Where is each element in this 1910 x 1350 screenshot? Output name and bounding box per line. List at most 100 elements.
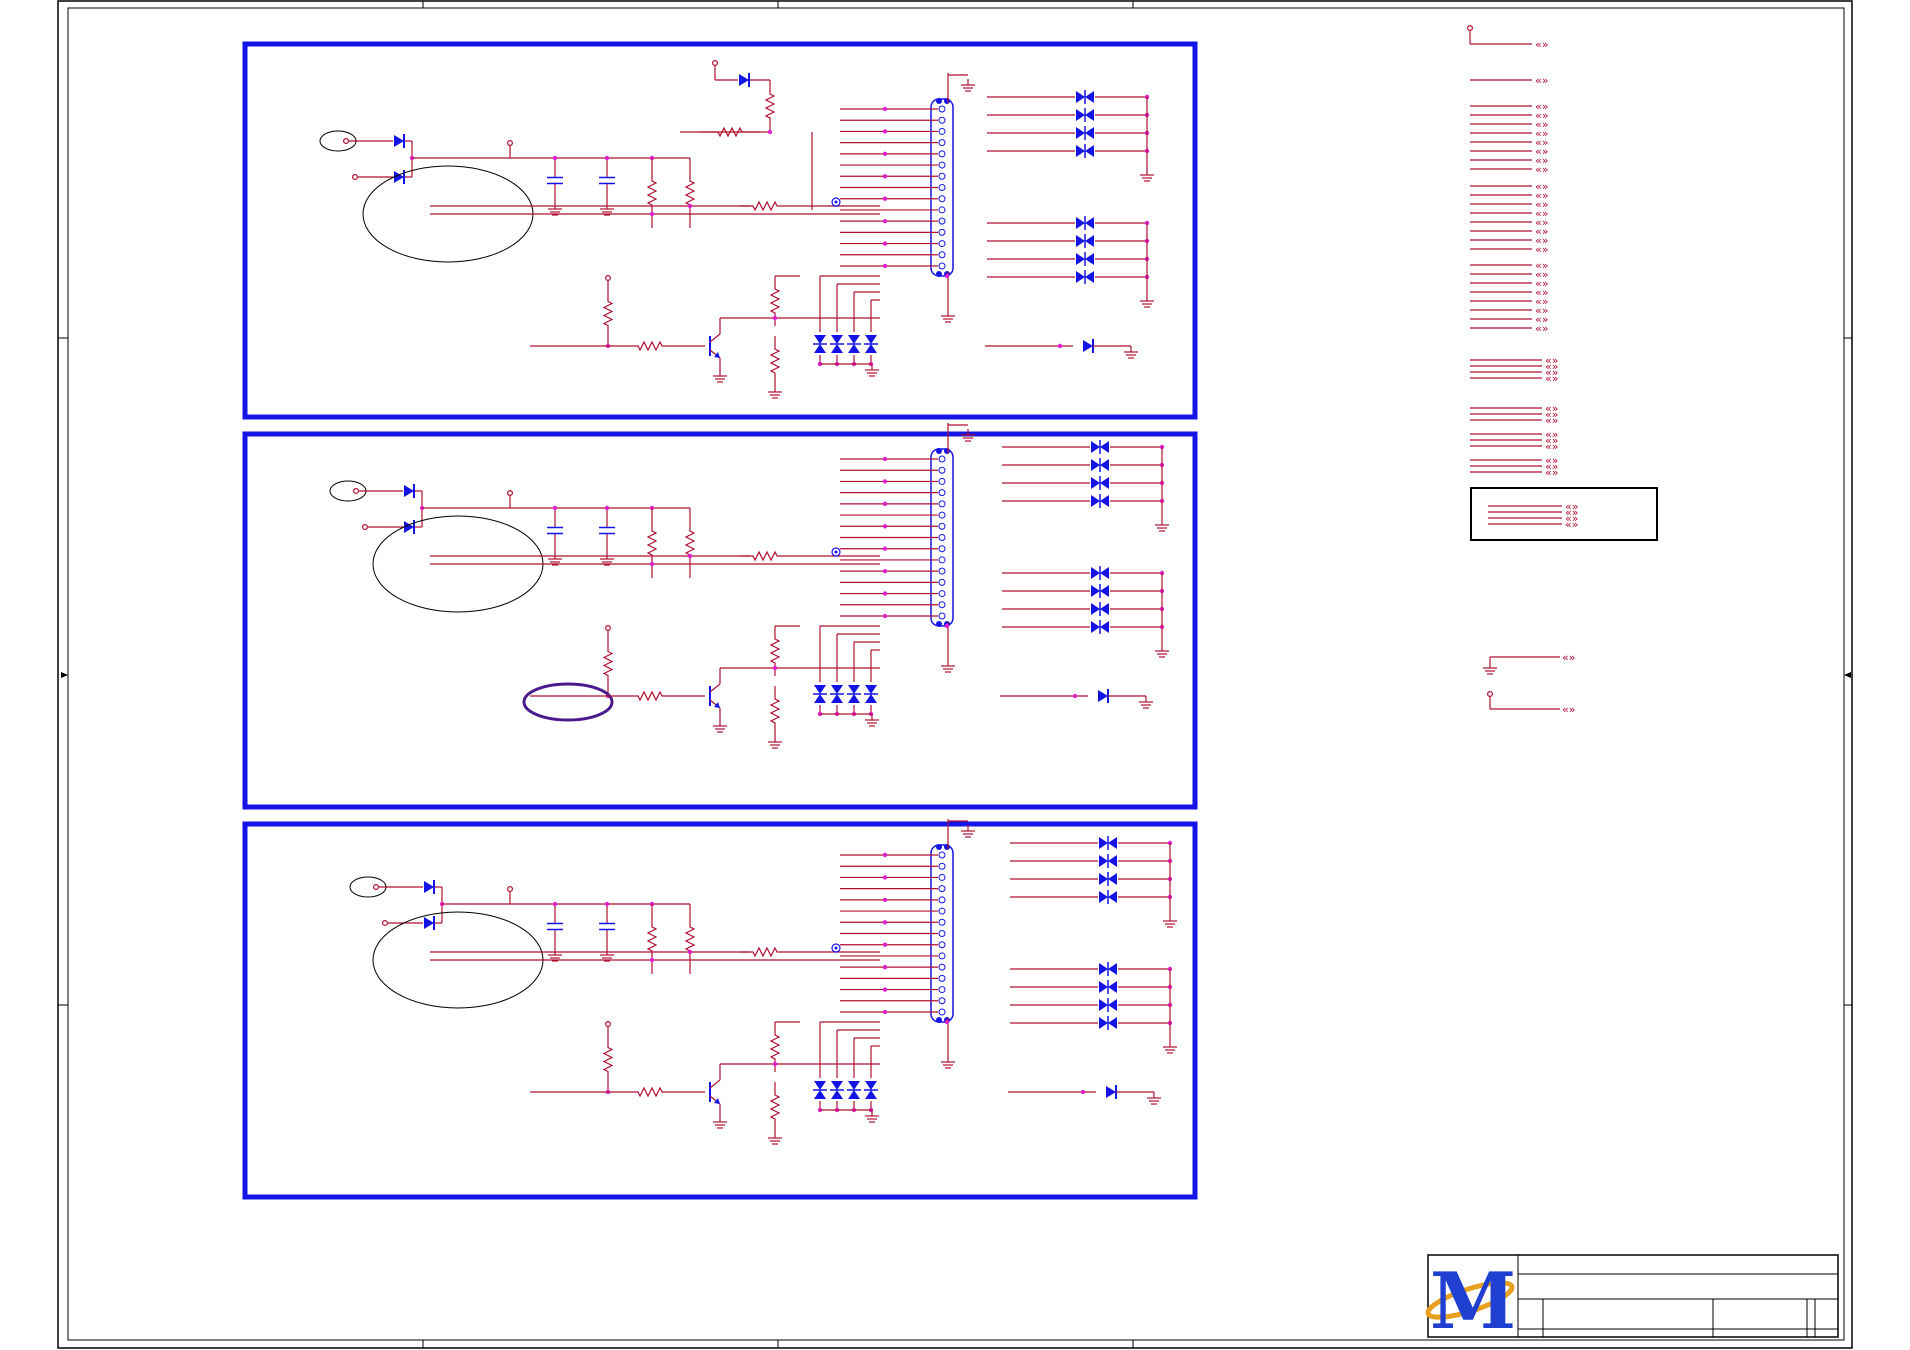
connector-pin bbox=[938, 567, 946, 575]
offpage-connector: «» bbox=[1535, 243, 1548, 256]
connector-pin bbox=[938, 1008, 946, 1016]
tvs-diode bbox=[830, 685, 844, 703]
resistor bbox=[646, 904, 658, 974]
ground-symbol bbox=[961, 79, 975, 92]
junction-dot bbox=[882, 897, 888, 903]
wire bbox=[709, 1079, 721, 1089]
ground-symbol bbox=[600, 203, 614, 216]
ground-symbol bbox=[768, 386, 782, 399]
junction-dot bbox=[882, 987, 888, 992]
tvs-diode bbox=[813, 685, 827, 703]
ground-symbol bbox=[548, 553, 562, 566]
tvs-diode bbox=[1099, 962, 1117, 976]
diode bbox=[424, 916, 435, 930]
transistor bbox=[709, 1079, 721, 1105]
resistor bbox=[684, 904, 696, 974]
ground-symbol bbox=[865, 1110, 879, 1123]
pin bbox=[1466, 25, 1473, 32]
tvs-diode bbox=[1076, 90, 1094, 104]
resistor bbox=[635, 340, 665, 352]
connector-mount bbox=[944, 448, 950, 454]
connector-pin bbox=[938, 534, 946, 541]
junction-dot bbox=[882, 1009, 888, 1015]
connector-pin bbox=[938, 986, 946, 994]
resistor bbox=[700, 126, 760, 138]
connector-mount bbox=[936, 1017, 942, 1023]
connector-mount bbox=[936, 98, 942, 104]
ground-symbol bbox=[713, 1116, 727, 1129]
tvs-diode bbox=[1091, 458, 1109, 472]
pin bbox=[362, 523, 369, 530]
connector-pin bbox=[938, 941, 946, 949]
junction-dot bbox=[649, 561, 655, 567]
pin bbox=[352, 174, 359, 181]
junction-dot bbox=[882, 479, 888, 484]
resistor bbox=[635, 690, 665, 702]
transistor bbox=[709, 333, 721, 359]
ground-symbol bbox=[1163, 1041, 1177, 1054]
pin bbox=[507, 885, 514, 892]
junction-dot bbox=[882, 501, 888, 507]
diode bbox=[394, 134, 405, 148]
resistor bbox=[764, 80, 776, 132]
connector-pin bbox=[938, 997, 946, 1005]
ground-symbol bbox=[865, 364, 879, 377]
connector-pin bbox=[938, 489, 946, 497]
wire bbox=[709, 333, 721, 343]
diode bbox=[1098, 689, 1109, 703]
tvs-diode bbox=[1076, 216, 1094, 230]
pin bbox=[1486, 690, 1493, 697]
ground-symbol bbox=[1147, 1092, 1161, 1105]
capacitor bbox=[547, 158, 563, 203]
tvs-diode bbox=[1099, 872, 1117, 886]
junction-dot bbox=[882, 151, 888, 157]
capacitor bbox=[599, 904, 615, 949]
pin bbox=[373, 883, 380, 890]
connector-mount bbox=[936, 448, 942, 454]
ground-symbol bbox=[1139, 696, 1153, 709]
tvs-diode bbox=[1099, 854, 1117, 868]
tvs-diode bbox=[1091, 620, 1109, 634]
junction-dot bbox=[882, 241, 888, 246]
capacitor bbox=[547, 508, 563, 553]
connector-pin bbox=[938, 612, 946, 620]
junction-dot bbox=[944, 1019, 950, 1025]
schematic-sheet: «» «» «» «» «» «» «» «» «» «» «» «» «» «» «» «» «» «» «» «»… bbox=[0, 0, 1910, 1350]
connector-pin bbox=[938, 862, 946, 870]
resistor bbox=[646, 508, 658, 578]
junction-dot bbox=[882, 546, 888, 551]
tvs-diode bbox=[1076, 126, 1094, 140]
resistor bbox=[684, 508, 696, 578]
tvs-diode bbox=[847, 1081, 861, 1099]
pin bbox=[343, 138, 350, 145]
offpage-connector: «» bbox=[1535, 38, 1548, 51]
tvs-diode bbox=[847, 335, 861, 353]
tvs-diode bbox=[1076, 252, 1094, 266]
ground-symbol bbox=[548, 203, 562, 216]
junction-dot bbox=[772, 1061, 778, 1067]
tvs-diode bbox=[1099, 890, 1117, 904]
connector-pin bbox=[938, 127, 946, 135]
tvs-diode bbox=[847, 685, 861, 703]
connector-pin bbox=[938, 907, 946, 915]
connector-pin bbox=[938, 206, 946, 214]
connector-pin bbox=[938, 545, 946, 553]
junction-dot bbox=[882, 106, 888, 112]
junction-dot bbox=[882, 852, 888, 858]
ground-symbol bbox=[713, 370, 727, 383]
connector-pin bbox=[938, 455, 946, 463]
connector-pin bbox=[938, 150, 946, 158]
capacitor bbox=[547, 904, 563, 949]
junction-dot bbox=[882, 196, 888, 201]
junction-dot bbox=[772, 315, 778, 321]
pin bbox=[604, 275, 611, 282]
junction-dot bbox=[687, 949, 693, 955]
junction-dot bbox=[687, 553, 693, 559]
connector-pin bbox=[938, 511, 946, 519]
diode bbox=[404, 520, 415, 534]
tvs-diode bbox=[1091, 602, 1109, 616]
resistor bbox=[769, 336, 781, 386]
connector-pin bbox=[938, 963, 946, 971]
marker bbox=[834, 550, 838, 554]
ground-symbol bbox=[768, 1132, 782, 1145]
